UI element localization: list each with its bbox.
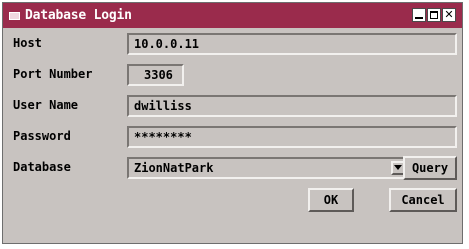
ok-button[interactable]: OK: [308, 188, 354, 212]
title-bar[interactable]: Database Login ✕: [3, 3, 462, 28]
close-icon[interactable]: ✕: [442, 8, 456, 22]
query-button[interactable]: Query: [403, 156, 457, 180]
port-number-label: Port Number: [13, 67, 93, 81]
host-label: Host: [13, 36, 42, 50]
password-input[interactable]: ********: [127, 126, 457, 148]
user-name-label: User Name: [13, 98, 79, 112]
password-label: Password: [13, 129, 71, 143]
host-input[interactable]: 10.0.0.11: [127, 33, 457, 55]
database-label: Database: [13, 160, 71, 174]
cancel-button[interactable]: Cancel: [389, 188, 457, 212]
window-controls: ✕: [412, 8, 456, 22]
maximize-icon[interactable]: [427, 8, 441, 22]
user-name-input[interactable]: dwilliss: [127, 95, 457, 117]
database-select[interactable]: ZionNatPark: [127, 157, 407, 179]
port-number-input[interactable]: 3306: [127, 64, 184, 86]
minimize-icon[interactable]: [412, 8, 426, 22]
window-menu-icon[interactable]: [9, 11, 20, 20]
database-login-dialog: Database Login ✕ Host 10.0.0.11 Port Num…: [2, 2, 463, 244]
window-title: Database Login: [25, 8, 132, 23]
